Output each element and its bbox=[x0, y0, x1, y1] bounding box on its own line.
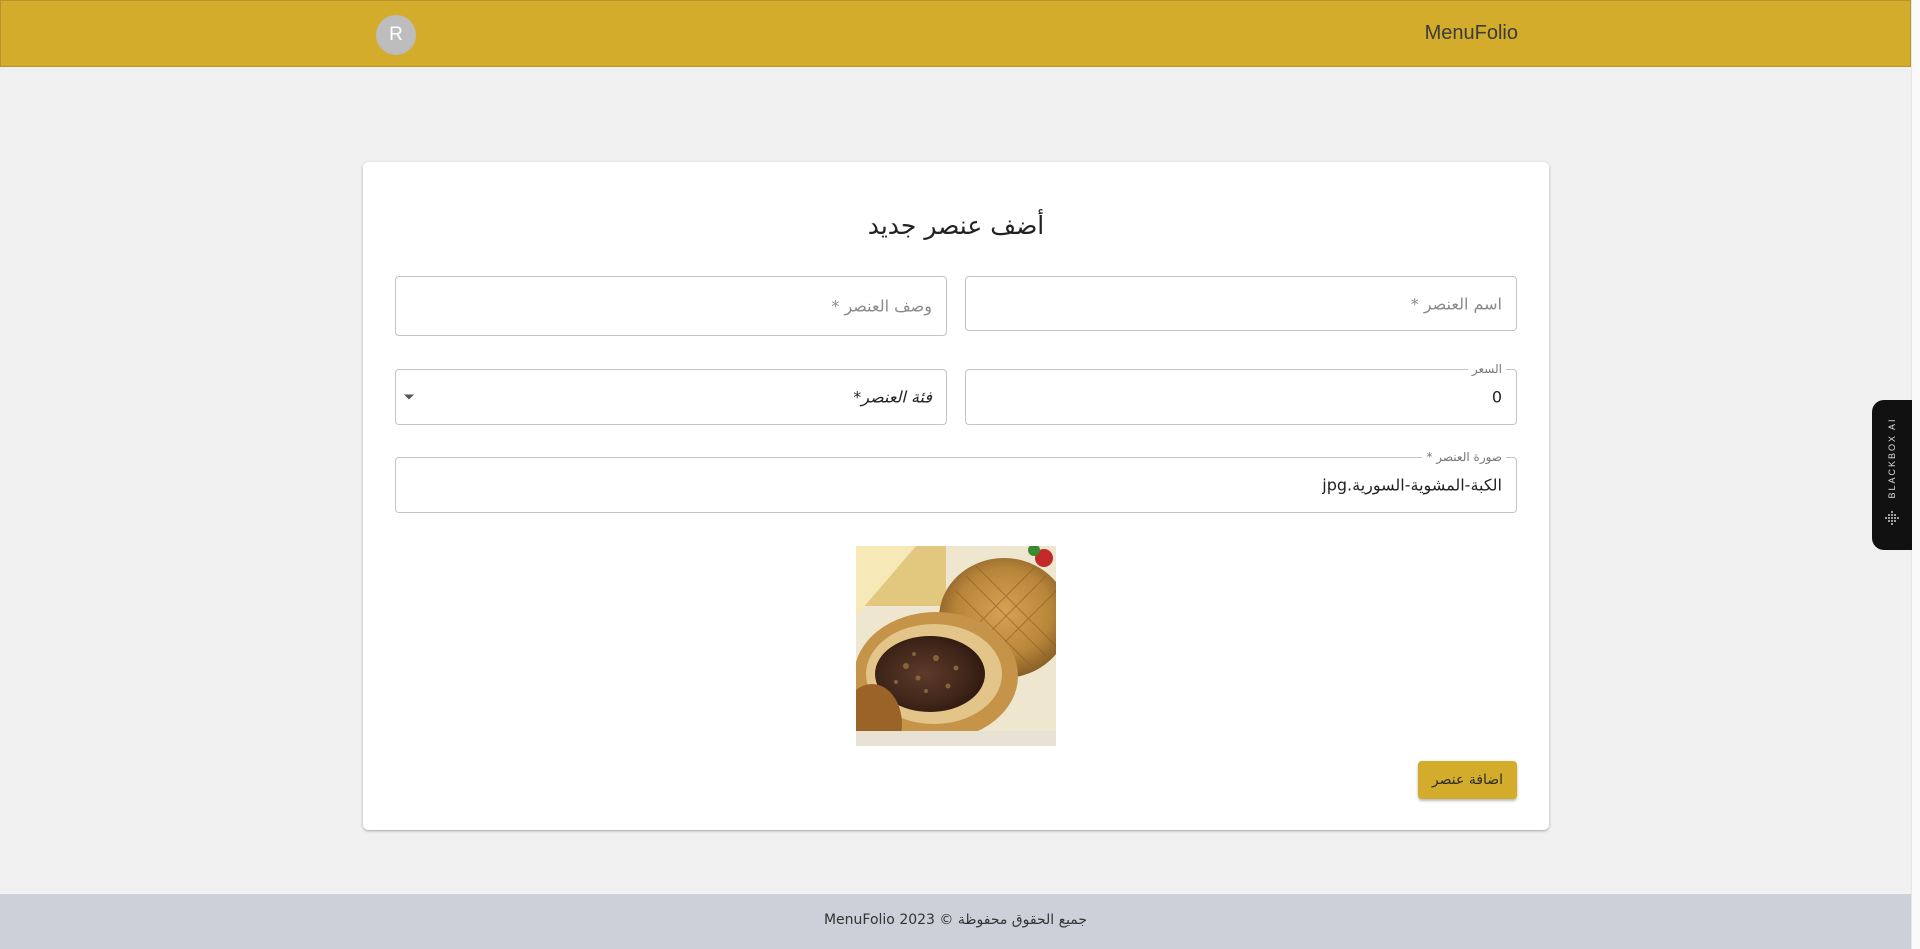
brand-title[interactable]: MenuFolio bbox=[1425, 22, 1518, 45]
chevron-down-icon bbox=[404, 394, 414, 400]
price-label: السعر bbox=[1467, 362, 1506, 376]
category-value: فئة العنصر* bbox=[853, 387, 932, 407]
item-name-placeholder: اسم العنصر * bbox=[1410, 294, 1502, 313]
image-label: صورة العنصر * bbox=[1422, 450, 1506, 464]
add-item-button[interactable]: اضافة عنصر bbox=[1418, 761, 1517, 799]
app-bar: MenuFolio R bbox=[0, 0, 1911, 67]
item-name-field[interactable]: اسم العنصر * bbox=[965, 276, 1517, 331]
blackbox-ai-widget[interactable]: BLACKBOX AI bbox=[1872, 400, 1912, 550]
image-filename: الكبة-المشوية-السورية.jpg bbox=[1322, 475, 1502, 495]
add-item-card: أضف عنصر جديد اسم العنصر * وصف العنصر * … bbox=[363, 162, 1549, 830]
widget-label: BLACKBOX AI bbox=[1887, 417, 1897, 499]
footer: جميع الحقوق محفوظة © 2023 MenuFolio bbox=[0, 894, 1911, 949]
item-image-preview bbox=[856, 546, 1056, 746]
scrollbar-track[interactable] bbox=[1911, 0, 1920, 949]
avatar[interactable]: R bbox=[376, 15, 416, 55]
price-field[interactable]: السعر 0 bbox=[965, 362, 1517, 425]
item-description-field[interactable]: وصف العنصر * bbox=[395, 276, 947, 336]
food-photo-icon bbox=[856, 546, 1056, 746]
page-title: أضف عنصر جديد bbox=[867, 211, 1045, 240]
item-description-placeholder: وصف العنصر * bbox=[831, 296, 932, 316]
footer-copyright: جميع الحقوق محفوظة © 2023 MenuFolio bbox=[823, 912, 1088, 928]
category-select[interactable]: فئة العنصر* bbox=[395, 369, 947, 425]
price-value: 0 bbox=[1491, 387, 1502, 407]
image-field[interactable]: صورة العنصر * الكبة-المشوية-السورية.jpg bbox=[395, 450, 1517, 513]
dots-grid-icon bbox=[1885, 511, 1899, 525]
